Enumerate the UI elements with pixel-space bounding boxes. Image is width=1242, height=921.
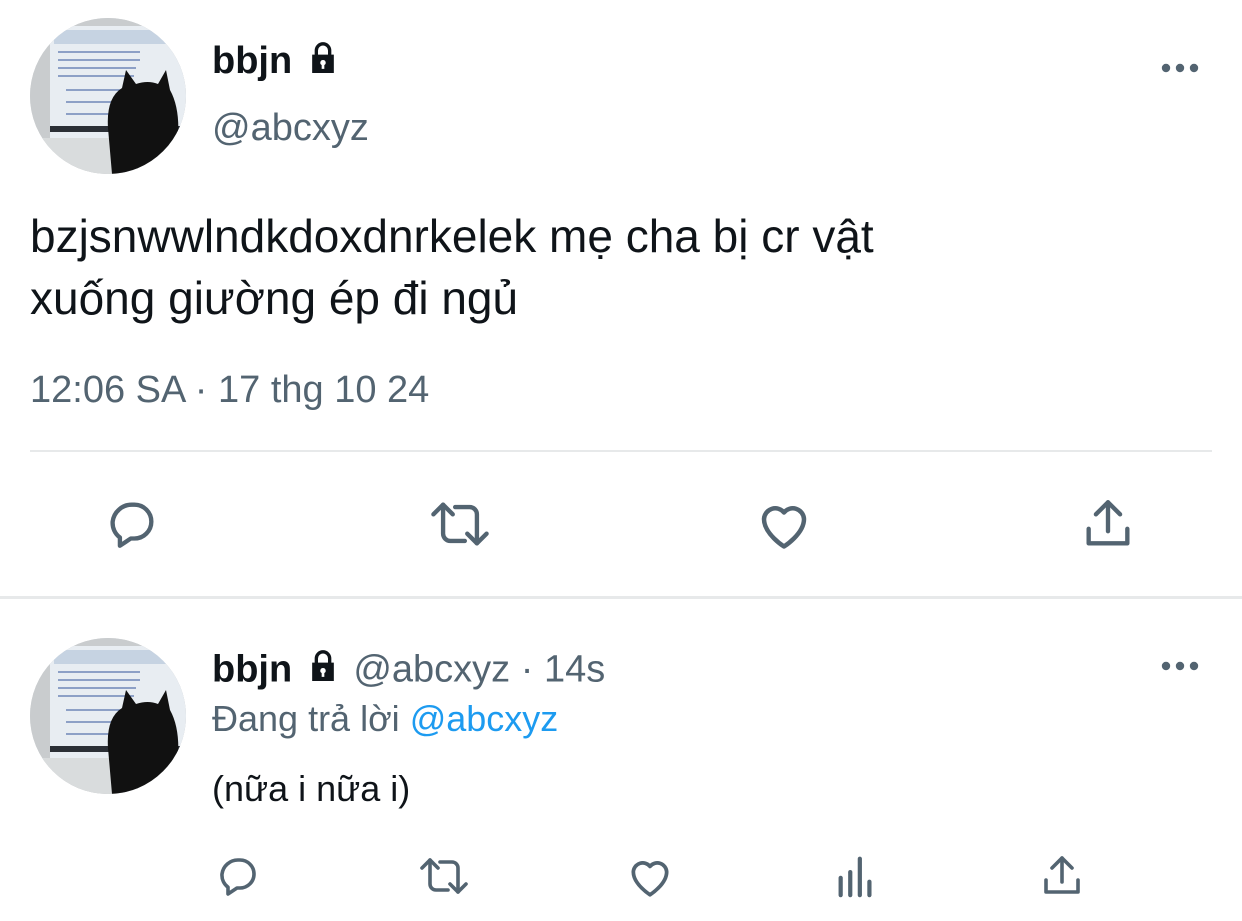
share-icon[interactable]	[1076, 494, 1140, 554]
divider	[30, 450, 1212, 452]
more-icon[interactable]	[1158, 656, 1202, 676]
lock-icon	[303, 646, 343, 697]
reply-avatar[interactable]	[30, 638, 186, 794]
time-separator: ·	[520, 648, 534, 691]
main-tweet-text: bzjsnwwlndkdoxdnrkelek mẹ cha bị cr vật …	[30, 205, 1210, 329]
main-tweet-text-line: xuống giường ép đi ngủ	[30, 272, 519, 324]
divider	[0, 596, 1242, 599]
reply-display-name[interactable]: bbjn	[212, 649, 292, 691]
views-icon[interactable]	[830, 850, 882, 902]
main-display-name[interactable]: bbjn	[212, 40, 292, 82]
main-tweet-text-line: bzjsnwwlndkdoxdnrkelek mẹ cha bị cr vật	[30, 210, 874, 262]
more-icon[interactable]	[1158, 58, 1202, 78]
retweet-icon[interactable]	[414, 850, 474, 902]
reply-time[interactable]: 14s	[544, 649, 605, 691]
main-author-row: bbjn	[212, 38, 343, 88]
main-timestamp[interactable]: 12:06 SA · 17 thg 10 24	[30, 366, 429, 414]
main-handle[interactable]: @abcxyz	[212, 106, 369, 150]
lock-icon	[303, 38, 343, 88]
reply-text: (nữa i nữa i)	[212, 768, 411, 809]
reply-icon[interactable]	[212, 850, 264, 902]
share-icon[interactable]	[1036, 850, 1088, 902]
reply-author-row: bbjn @abcxyz · 14s	[212, 646, 605, 697]
replying-prefix: Đang trả lời	[212, 698, 400, 739]
heart-icon[interactable]	[752, 494, 816, 554]
main-avatar[interactable]	[30, 18, 186, 174]
replying-to: Đang trả lời @abcxyz	[212, 696, 558, 742]
retweet-icon[interactable]	[424, 494, 496, 554]
heart-icon[interactable]	[624, 850, 676, 902]
reply-icon[interactable]	[100, 494, 164, 554]
replying-to-link[interactable]: @abcxyz	[410, 698, 559, 739]
reply-handle[interactable]: @abcxyz	[353, 649, 510, 691]
